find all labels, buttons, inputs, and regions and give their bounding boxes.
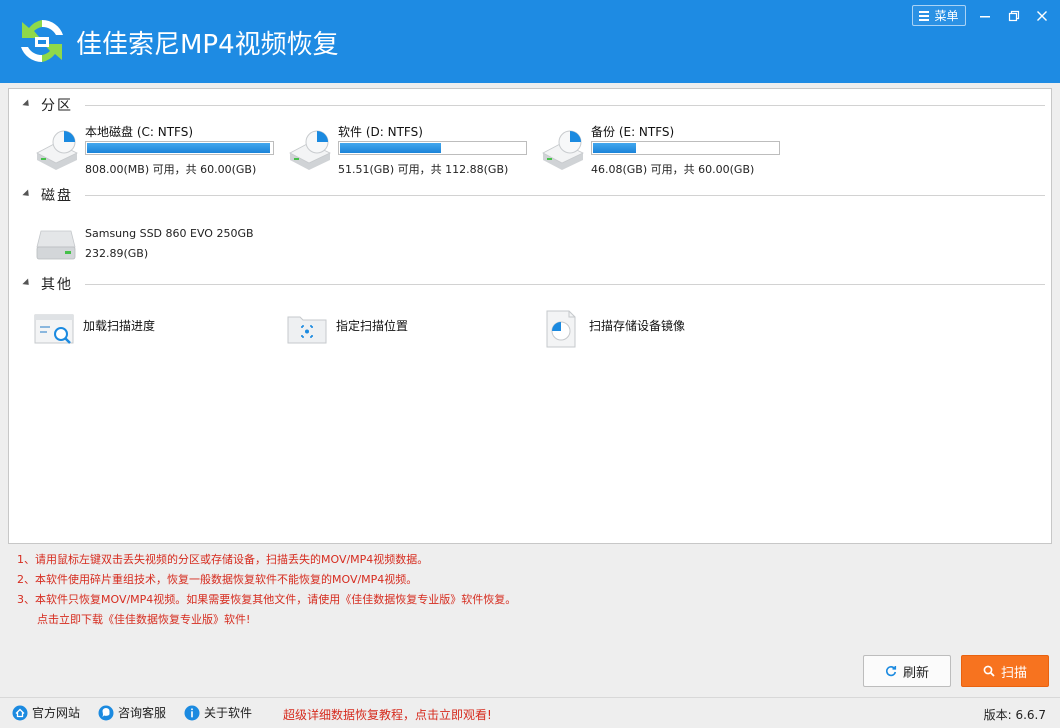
- section-divider: [85, 104, 1045, 106]
- section-divider: [85, 194, 1045, 196]
- section-divider: [85, 283, 1045, 285]
- menu-label: 菜单: [934, 9, 959, 23]
- app-title: 佳佳索尼MP4视频恢复: [76, 30, 339, 60]
- search-icon: [983, 665, 995, 677]
- collapse-triangle-icon: [22, 188, 32, 199]
- partition-space-info: 51.51(GB) 可用，共 112.88(GB): [338, 163, 509, 176]
- scan-device-image-item[interactable]: 扫描存储设备镜像: [539, 309, 759, 349]
- partitions-section-label: 分区: [41, 98, 73, 114]
- maximize-button[interactable]: [1002, 4, 1026, 28]
- scan-label: 扫描: [1000, 665, 1027, 681]
- version-label: 版本: 6.6.7: [983, 708, 1046, 722]
- support-label: 咨询客服: [118, 706, 167, 720]
- partition-c[interactable]: 本地磁盘 (C: NTFS) 808.00(MB) 可用，共 60.00(GB): [33, 123, 283, 176]
- support-link[interactable]: 咨询客服: [98, 704, 166, 721]
- tutorial-promo-link[interactable]: 超级详细数据恢复教程，点击立即观看!: [283, 706, 492, 723]
- disk-item[interactable]: Samsung SSD 860 EVO 250GB 232.89(GB): [35, 223, 295, 267]
- scan-button[interactable]: 扫描: [961, 655, 1049, 687]
- other-item-label: 指定扫描位置: [336, 319, 409, 333]
- restore-icon: [1008, 10, 1020, 22]
- usage-fill: [593, 143, 636, 153]
- status-bar: 官方网站 咨询客服 关于软件 超级详细数据恢复教程，点击立即观看! 版本: 6.…: [0, 697, 1060, 728]
- disks-section-label: 磁盘: [41, 188, 73, 204]
- title-bar: 佳佳索尼MP4视频恢复 菜单: [0, 0, 1060, 83]
- device-image-icon: [546, 310, 576, 348]
- ssd-disk-icon: [36, 230, 76, 260]
- other-item-label: 扫描存储设备镜像: [589, 319, 686, 333]
- folder-target-icon: [287, 316, 327, 344]
- specify-scan-location-item[interactable]: 指定扫描位置: [286, 309, 486, 349]
- minimize-button[interactable]: [973, 4, 997, 28]
- other-item-label: 加载扫描进度: [83, 319, 156, 333]
- usage-notes: 1、请用鼠标左键双击丢失视频的分区或存储设备，扫描丢失的MOV/MP4视频数据。…: [17, 552, 717, 632]
- partitions-section-header[interactable]: 分区: [22, 96, 1045, 114]
- partition-name: 备份 (E: NTFS): [591, 125, 675, 139]
- note-line: 1、请用鼠标左键双击丢失视频的分区或存储设备，扫描丢失的MOV/MP4视频数据。: [17, 553, 429, 566]
- other-section-header[interactable]: 其他: [22, 275, 1045, 293]
- partition-usage-bar: [591, 141, 780, 155]
- chat-bubble-icon: [98, 705, 114, 720]
- hard-drive-pie-icon: [36, 130, 78, 170]
- minimize-icon: [980, 16, 990, 18]
- refresh-label: 刷新: [902, 665, 929, 681]
- info-icon: [184, 705, 200, 720]
- load-scan-progress-icon: [34, 314, 74, 344]
- disk-size: 232.89(GB): [85, 247, 149, 260]
- collapse-triangle-icon: [22, 277, 32, 288]
- other-section-label: 其他: [41, 277, 73, 293]
- about-link[interactable]: 关于软件: [184, 704, 252, 721]
- partition-e[interactable]: 备份 (E: NTFS) 46.08(GB) 可用，共 60.00(GB): [539, 123, 789, 176]
- note-line: 2、本软件使用碎片重组技术，恢复一般数据恢复软件不能恢复的MOV/MP4视频。: [17, 573, 418, 586]
- close-icon: [1037, 11, 1047, 21]
- partition-space-info: 46.08(GB) 可用，共 60.00(GB): [591, 163, 755, 176]
- partition-usage-bar: [338, 141, 527, 155]
- refresh-icon: [886, 666, 897, 677]
- disk-name: Samsung SSD 860 EVO 250GB: [85, 227, 254, 240]
- usage-fill: [340, 143, 441, 153]
- download-pro-link[interactable]: 点击立即下载《佳佳数据恢复专业版》软件!: [17, 612, 717, 632]
- official-site-link[interactable]: 官方网站: [12, 704, 80, 721]
- menu-button[interactable]: 菜单: [912, 5, 966, 26]
- load-scan-progress-item[interactable]: 加载扫描进度: [33, 309, 233, 349]
- refresh-button[interactable]: 刷新: [863, 655, 951, 687]
- partition-usage-bar: [85, 141, 274, 155]
- partition-d[interactable]: 软件 (D: NTFS) 51.51(GB) 可用，共 112.88(GB): [286, 123, 536, 176]
- collapse-triangle-icon: [22, 98, 32, 109]
- close-button[interactable]: [1030, 4, 1054, 28]
- partition-name: 软件 (D: NTFS): [338, 125, 423, 139]
- note-line: 3、本软件只恢复MOV/MP4视频。如果需要恢复其他文件，请使用《佳佳数据恢复专…: [17, 593, 517, 606]
- about-label: 关于软件: [204, 706, 253, 720]
- official-site-label: 官方网站: [32, 706, 81, 720]
- hard-drive-pie-icon: [289, 130, 331, 170]
- app-logo-icon: [21, 19, 63, 63]
- partition-name: 本地磁盘 (C: NTFS): [85, 125, 194, 139]
- menu-icon: [919, 10, 930, 21]
- disks-section-header[interactable]: 磁盘: [22, 186, 1045, 204]
- home-icon: [12, 705, 28, 720]
- partition-space-info: 808.00(MB) 可用，共 60.00(GB): [85, 163, 257, 176]
- hard-drive-pie-icon: [542, 130, 584, 170]
- device-panel: 分区 本地磁盘 (C: NTFS) 808.00(MB) 可用，共 60.00(…: [8, 88, 1052, 544]
- usage-fill: [87, 143, 270, 153]
